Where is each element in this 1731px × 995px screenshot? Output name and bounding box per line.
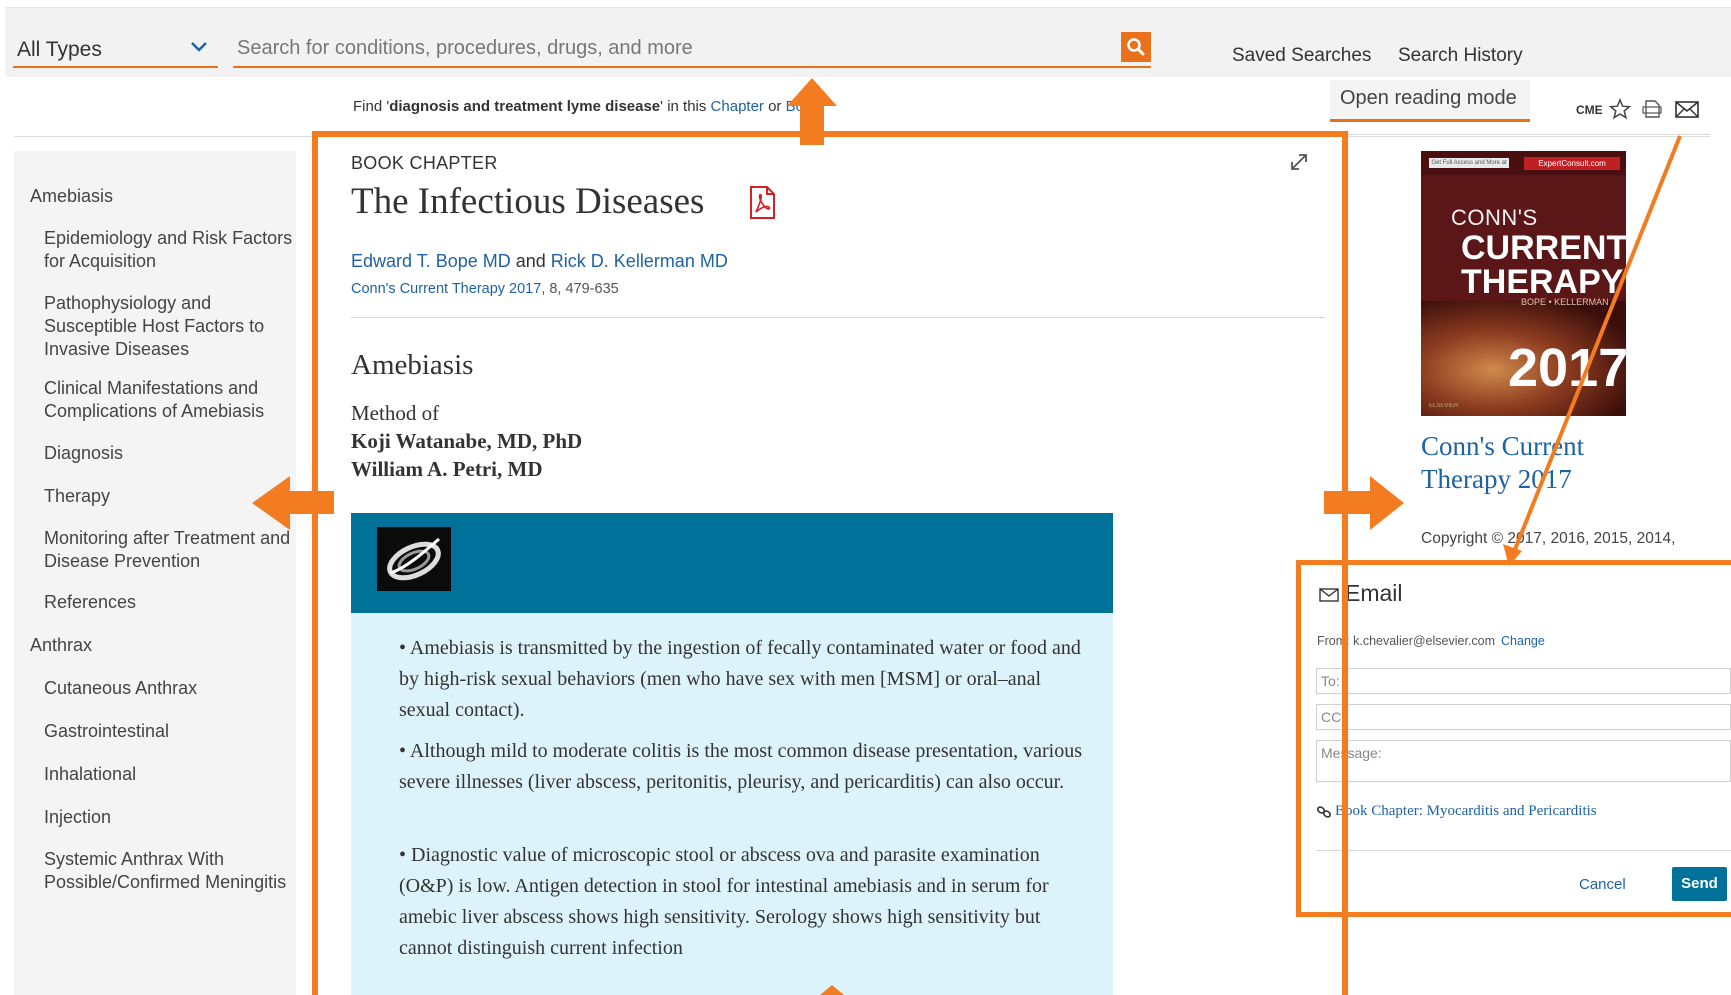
annotation-arrowhead [1503, 544, 1522, 566]
annotation-arrows [252, 78, 1682, 995]
annotation-arrow-left [252, 476, 334, 530]
annotation-arrow-down [820, 985, 844, 995]
annotation-arrow-diagonal [1512, 135, 1682, 553]
annotation-arrow-right [1324, 476, 1404, 530]
annotation-arrow-up [787, 78, 837, 145]
